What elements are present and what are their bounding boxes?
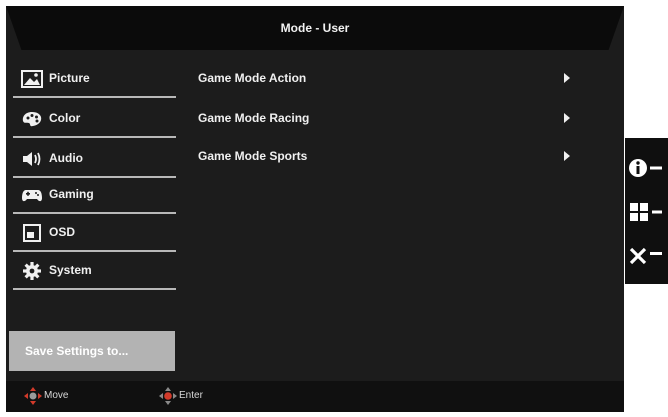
sidebar-item-label: Color [49, 111, 81, 125]
info-icon [629, 159, 662, 177]
osd-window-icon [23, 224, 41, 242]
sidebar-item-color[interactable]: Color [13, 102, 176, 138]
close-icon [629, 247, 662, 265]
chevron-right-icon [564, 73, 570, 83]
footer-bar: Move Enter [6, 381, 624, 412]
sidebar-item-label: Picture [49, 71, 90, 85]
joystick-enter-icon [159, 387, 177, 405]
hotkey-input[interactable] [625, 192, 668, 232]
sidebar-item-label: System [49, 263, 92, 277]
menu-item-label: Game Mode Racing [198, 111, 310, 125]
grid-icon [630, 203, 662, 221]
picture-icon [21, 70, 43, 88]
sidebar-item-label: OSD [49, 225, 76, 239]
chevron-right-icon [564, 113, 570, 123]
menu-item-label: Game Mode Sports [198, 149, 308, 163]
sidebar-item-system[interactable]: System [13, 254, 176, 290]
osd-menu: Mode - User Picture Color Audio Gaming O… [6, 6, 624, 412]
sidebar-item-label: Gaming [49, 187, 94, 201]
sidebar-item-audio[interactable]: Audio [13, 142, 176, 178]
menu-item-game-mode-action[interactable]: Game Mode Action [198, 66, 578, 90]
move-label: Move [44, 390, 69, 401]
save-settings-button[interactable]: Save Settings to... [9, 331, 175, 371]
sidebar-item-osd[interactable]: OSD [13, 216, 176, 252]
sidebar-item-gaming[interactable]: Gaming [13, 178, 176, 214]
sidebar-item-label: Audio [49, 151, 83, 165]
hotkey-panel [625, 138, 668, 284]
menu-item-label: Game Mode Action [198, 71, 307, 85]
hotkey-info[interactable] [625, 148, 668, 188]
color-palette-icon [22, 112, 42, 127]
enter-label: Enter [179, 390, 203, 401]
speaker-icon [23, 152, 41, 166]
chevron-right-icon [564, 151, 570, 161]
menu-item-game-mode-sports[interactable]: Game Mode Sports [198, 144, 578, 168]
hotkey-exit[interactable] [625, 236, 668, 276]
joystick-move-icon [24, 387, 42, 405]
sidebar-item-picture[interactable]: Picture [13, 62, 176, 98]
menu-item-game-mode-racing[interactable]: Game Mode Racing [198, 106, 578, 130]
gear-icon [23, 262, 41, 280]
page-title: Mode - User [280, 21, 350, 35]
gamepad-icon [22, 190, 42, 202]
